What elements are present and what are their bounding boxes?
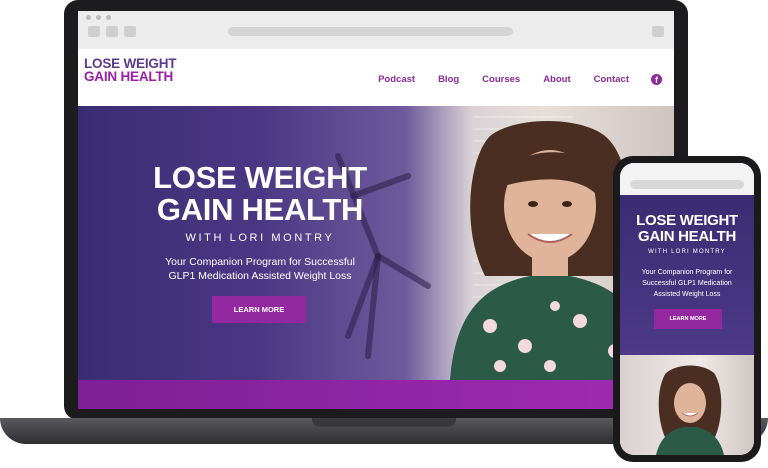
hero-title-line-1: LOSE WEIGHT [153,160,367,195]
mobile-hero: LOSE WEIGHT GAIN HEALTH WITH LORI MONTRY… [620,195,754,355]
window-maximize-dot[interactable] [106,15,111,20]
facebook-icon[interactable]: f [651,74,662,85]
hero-byline: WITH LORI MONTRY [185,232,335,244]
laptop-screen: LOSE WEIGHT GAIN HEALTH Podcast Blog Cou… [78,11,674,409]
window-minimize-dot[interactable] [96,15,101,20]
hero-banner: LOSE WEIGHT GAIN HEALTH WITH LORI MONTRY… [78,106,674,380]
hero-title: LOSE WEIGHT GAIN HEALTH [146,162,374,226]
hero-title-line-2: GAIN HEALTH [156,192,364,227]
menu-icon[interactable] [652,26,664,37]
mobile-subtitle-line-3: Assisted Weight Loss [653,291,721,298]
site-logo[interactable]: LOSE WEIGHT GAIN HEALTH [84,57,177,84]
phone-screen: LOSE WEIGHT GAIN HEALTH WITH LORI MONTRY… [620,163,754,455]
nav-podcast[interactable]: Podcast [378,74,415,85]
mobile-hero-subtitle: Your Companion Program for Successful GL… [620,267,754,300]
nav-courses[interactable]: Courses [482,74,520,85]
hero-subtitle-line-1: Your Companion Program for Successful [165,256,355,268]
mobile-browser-bar [620,163,754,195]
reload-icon[interactable] [124,26,136,37]
back-icon[interactable] [88,26,100,37]
phone-frame: LOSE WEIGHT GAIN HEALTH WITH LORI MONTRY… [613,156,761,462]
hero-subtitle: Your Companion Program for Successful GL… [146,255,374,283]
footer-band [78,380,674,409]
window-close-dot[interactable] [86,15,91,20]
logo-line-2: GAIN HEALTH [84,69,174,84]
nav-contact[interactable]: Contact [594,74,629,85]
nav-about[interactable]: About [543,74,570,85]
mobile-subtitle-line-1: Your Companion Program for [641,269,733,276]
laptop-notch [312,418,456,427]
address-bar[interactable] [228,27,513,36]
mobile-title-line-2: GAIN HEALTH [637,228,737,245]
mobile-woman-portrait-image [656,365,724,455]
site-header: LOSE WEIGHT GAIN HEALTH Podcast Blog Cou… [78,49,674,106]
learn-more-button[interactable]: LEARN MORE [212,296,306,323]
nav-blog[interactable]: Blog [438,74,459,85]
mobile-learn-more-button[interactable]: LEARN MORE [654,309,722,329]
browser-toolbar [78,11,674,50]
mobile-hero-byline: WITH LORI MONTRY [648,249,726,255]
mobile-hero-title: LOSE WEIGHT GAIN HEALTH [620,213,754,245]
main-nav: Podcast Blog Courses About Contact f [355,74,662,85]
mobile-title-line-1: LOSE WEIGHT [636,212,738,229]
mobile-address-bar[interactable] [630,180,744,189]
mobile-subtitle-line-2: Successful GLP1 Medication [642,280,732,287]
forward-icon[interactable] [106,26,118,37]
hero-subtitle-line-2: GLP1 Medication Assisted Weight Loss [168,270,352,282]
